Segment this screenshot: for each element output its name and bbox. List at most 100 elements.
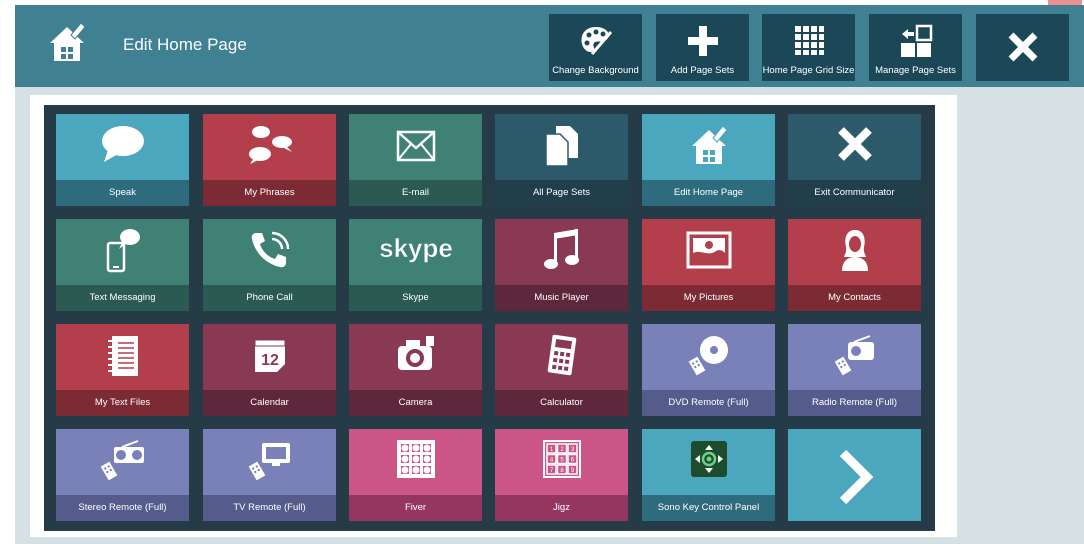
- tile-speak[interactable]: Speak: [56, 114, 189, 206]
- svg-text:3: 3: [570, 447, 574, 453]
- tile-text-messaging[interactable]: Text Messaging: [56, 219, 189, 311]
- app-window: Edit Home Page Change Background Add Pag…: [0, 0, 1084, 544]
- tile-label: Calendar: [250, 397, 289, 408]
- content-divider: [15, 87, 957, 95]
- tile-radio-remote[interactable]: Radio Remote (Full): [788, 324, 921, 416]
- tile-label: Jigz: [553, 502, 570, 513]
- manage-pages-icon: [900, 24, 932, 57]
- tile-label: All Page Sets: [532, 187, 591, 198]
- right-panel: [957, 87, 1084, 544]
- tile-e-mail[interactable]: E-mail: [349, 114, 482, 206]
- tile-label: My Contacts: [828, 292, 881, 303]
- notebook-icon: [107, 336, 138, 376]
- next-page-tile[interactable]: [788, 429, 921, 521]
- tile-label: Music Player: [534, 292, 589, 303]
- tile-label: Radio Remote (Full): [812, 397, 897, 408]
- tile-phone-call[interactable]: Phone Call: [203, 219, 336, 311]
- music-note-icon: [543, 229, 579, 269]
- manage-page-sets-label: Manage Page Sets: [875, 65, 956, 76]
- home-edit-icon: [50, 22, 86, 61]
- picture-icon: [686, 231, 731, 269]
- tile-label: Calculator: [540, 397, 583, 408]
- tile-label: TV Remote (Full): [233, 502, 306, 513]
- radio-remote-icon: [834, 335, 874, 376]
- bottom-margin: [15, 537, 957, 544]
- close-button[interactable]: [976, 14, 1069, 81]
- jigz-grid-icon: 1 23 4 56 7 89: [542, 440, 581, 478]
- tile-label: Phone Call: [246, 292, 293, 303]
- tile-skype[interactable]: skype Skype: [349, 219, 482, 311]
- stereo-remote-icon: [100, 440, 144, 481]
- tile-label: Text Messaging: [89, 292, 156, 303]
- phone-icon: [251, 231, 289, 268]
- tile-sono-key-control-panel[interactable]: Sono Key Control Panel: [642, 429, 775, 521]
- tile-stereo-remote[interactable]: Stereo Remote (Full): [56, 429, 189, 521]
- tile-calendar[interactable]: 12 Calendar: [203, 324, 336, 416]
- tile-label: Sono Key Control Panel: [657, 502, 760, 513]
- dvd-remote-icon: [688, 336, 728, 376]
- tile-label: Camera: [398, 397, 433, 408]
- tile-my-text-files[interactable]: My Text Files: [56, 324, 189, 416]
- tile-label: My Pictures: [683, 292, 734, 303]
- tile-label: My Phrases: [244, 187, 295, 198]
- home-page-preview: Speak My Phrases E-mail All Page Sets Ed…: [30, 95, 948, 537]
- svg-text:12: 12: [261, 352, 279, 369]
- add-page-sets-button[interactable]: Add Page Sets: [656, 14, 749, 81]
- chevron-right-icon: [839, 449, 873, 505]
- tile-my-phrases[interactable]: My Phrases: [203, 114, 336, 206]
- tile-label: My Text Files: [94, 397, 151, 408]
- tile-calculator[interactable]: Calculator: [495, 324, 628, 416]
- tile-label: Exit Communicator: [814, 187, 895, 198]
- svg-text:7: 7: [549, 468, 553, 474]
- contact-icon: [841, 230, 868, 271]
- tile-all-page-sets[interactable]: All Page Sets: [495, 114, 628, 206]
- tile-jigz[interactable]: 1 23 4 56 7 89 Jigz: [495, 429, 628, 521]
- tile-label: Stereo Remote (Full): [78, 502, 167, 513]
- tile-label: Skype: [402, 292, 429, 303]
- manage-page-sets-button[interactable]: Manage Page Sets: [869, 14, 962, 81]
- tile-grid: Speak My Phrases E-mail All Page Sets Ed…: [44, 105, 935, 531]
- change-background-button[interactable]: Change Background: [549, 14, 642, 81]
- exit-x-icon: [837, 127, 872, 161]
- text-message-icon: [106, 229, 140, 273]
- speech-bubble-icon: [101, 126, 144, 162]
- home-edit-icon: [691, 125, 728, 164]
- plus-icon: [687, 26, 718, 56]
- envelope-icon: [396, 130, 435, 162]
- svg-text:6: 6: [570, 458, 574, 464]
- svg-text:4: 4: [549, 458, 553, 464]
- svg-text:1: 1: [549, 447, 553, 453]
- svg-text:8: 8: [560, 468, 564, 474]
- add-page-sets-label: Add Page Sets: [670, 65, 735, 76]
- tile-my-contacts[interactable]: My Contacts: [788, 219, 921, 311]
- sono-key-icon: [690, 441, 727, 477]
- tile-my-pictures[interactable]: My Pictures: [642, 219, 775, 311]
- tile-camera[interactable]: Camera: [349, 324, 482, 416]
- calculator-icon: [547, 334, 576, 376]
- tile-label: E-mail: [402, 187, 429, 198]
- tile-label: Edit Home Page: [673, 187, 744, 198]
- tile-label: DVD Remote (Full): [668, 397, 749, 408]
- tile-edit-home-page[interactable]: Edit Home Page: [642, 114, 775, 206]
- svg-text:5: 5: [560, 458, 564, 464]
- tile-fiver[interactable]: Fiver: [349, 429, 482, 521]
- tile-label: Speak: [109, 187, 136, 198]
- home-page-grid-size-label: Home Page Grid Size: [762, 65, 855, 76]
- svg-text:2: 2: [560, 447, 564, 453]
- close-icon: [1008, 32, 1037, 62]
- tile-exit-communicator[interactable]: Exit Communicator: [788, 114, 921, 206]
- phrases-icon: [248, 126, 292, 164]
- tile-label: Fiver: [404, 502, 427, 513]
- tile-dvd-remote[interactable]: DVD Remote (Full): [642, 324, 775, 416]
- tile-music-player[interactable]: Music Player: [495, 219, 628, 311]
- svg-text:skype: skype: [379, 233, 453, 263]
- change-background-label: Change Background: [552, 65, 639, 76]
- page-title: Edit Home Page: [123, 35, 247, 54]
- documents-icon: [544, 126, 578, 167]
- home-page-grid-size-button[interactable]: Home Page Grid Size: [762, 14, 855, 81]
- svg-text:9: 9: [570, 468, 574, 474]
- camera-icon: [397, 336, 434, 370]
- tile-tv-remote[interactable]: TV Remote (Full): [203, 429, 336, 521]
- left-margin: [15, 87, 30, 544]
- tv-remote-icon: [248, 443, 290, 481]
